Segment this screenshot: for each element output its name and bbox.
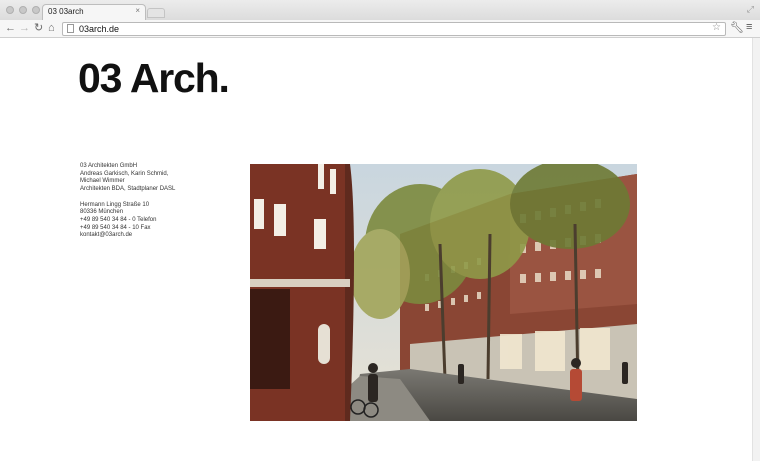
new-tab-button[interactable] bbox=[147, 8, 165, 18]
back-arrow-icon[interactable]: ← bbox=[5, 22, 16, 35]
fullscreen-icon[interactable]: ⤢ bbox=[747, 4, 754, 15]
partners-line-2: Michael Wimmer bbox=[80, 178, 125, 185]
email-link[interactable]: kontakt@03arch.de bbox=[80, 232, 175, 240]
credentials-line: Architekten BDA, Stadtplaner DASL bbox=[80, 186, 176, 193]
street-address: Hermann Lingg Straße 10 bbox=[80, 201, 150, 208]
company-name: 03 Architekten GmbH bbox=[80, 163, 138, 169]
window-controls bbox=[6, 6, 40, 14]
vertical-scrollbar[interactable] bbox=[752, 38, 760, 461]
menu-icon[interactable]: ≡ bbox=[746, 21, 752, 33]
page-icon bbox=[67, 24, 74, 33]
close-window-button[interactable] bbox=[6, 6, 14, 14]
page-content: 03 Arch. 03 Architekten GmbH Andreas Gar… bbox=[0, 38, 760, 461]
browser-window: 03 03arch × ⤢ ← → ↻ ⌂ 03arch.de ☆ 🔧︎ ≡ 0… bbox=[0, 0, 760, 461]
fax-number: +49 89 540 34 84 - 10 Fax bbox=[80, 224, 151, 231]
city-address: 80336 München bbox=[80, 209, 124, 216]
minimize-window-button[interactable] bbox=[19, 6, 27, 14]
star-icon[interactable]: ☆ bbox=[712, 22, 721, 33]
browser-tab[interactable]: 03 03arch × bbox=[42, 4, 146, 20]
url-text[interactable]: 03arch.de bbox=[79, 23, 119, 35]
home-icon[interactable]: ⌂ bbox=[48, 22, 55, 35]
site-logo[interactable]: 03 Arch. bbox=[78, 52, 230, 104]
street-rendering-photo bbox=[250, 164, 637, 421]
contact-block: 03 Architekten GmbH Andreas Garkisch, Ka… bbox=[80, 163, 175, 240]
title-bar: 03 03arch × ⤢ bbox=[0, 0, 760, 20]
phone-number: +49 89 540 34 84 - 0 Telefon bbox=[80, 216, 157, 223]
partners-line-1: Andreas Garkisch, Karin Schmid, bbox=[80, 170, 169, 177]
tab-title: 03 03arch bbox=[48, 7, 84, 16]
photo-illustration bbox=[250, 164, 637, 421]
address-bar[interactable]: 03arch.de ☆ bbox=[62, 22, 726, 36]
forward-arrow-icon[interactable]: → bbox=[19, 22, 30, 35]
zoom-window-button[interactable] bbox=[32, 6, 40, 14]
browser-toolbar: ← → ↻ ⌂ 03arch.de ☆ 🔧︎ ≡ bbox=[0, 20, 760, 38]
wrench-icon[interactable]: 🔧︎ bbox=[730, 21, 744, 34]
reload-icon[interactable]: ↻ bbox=[34, 22, 43, 35]
tab-close-icon[interactable]: × bbox=[135, 6, 140, 15]
